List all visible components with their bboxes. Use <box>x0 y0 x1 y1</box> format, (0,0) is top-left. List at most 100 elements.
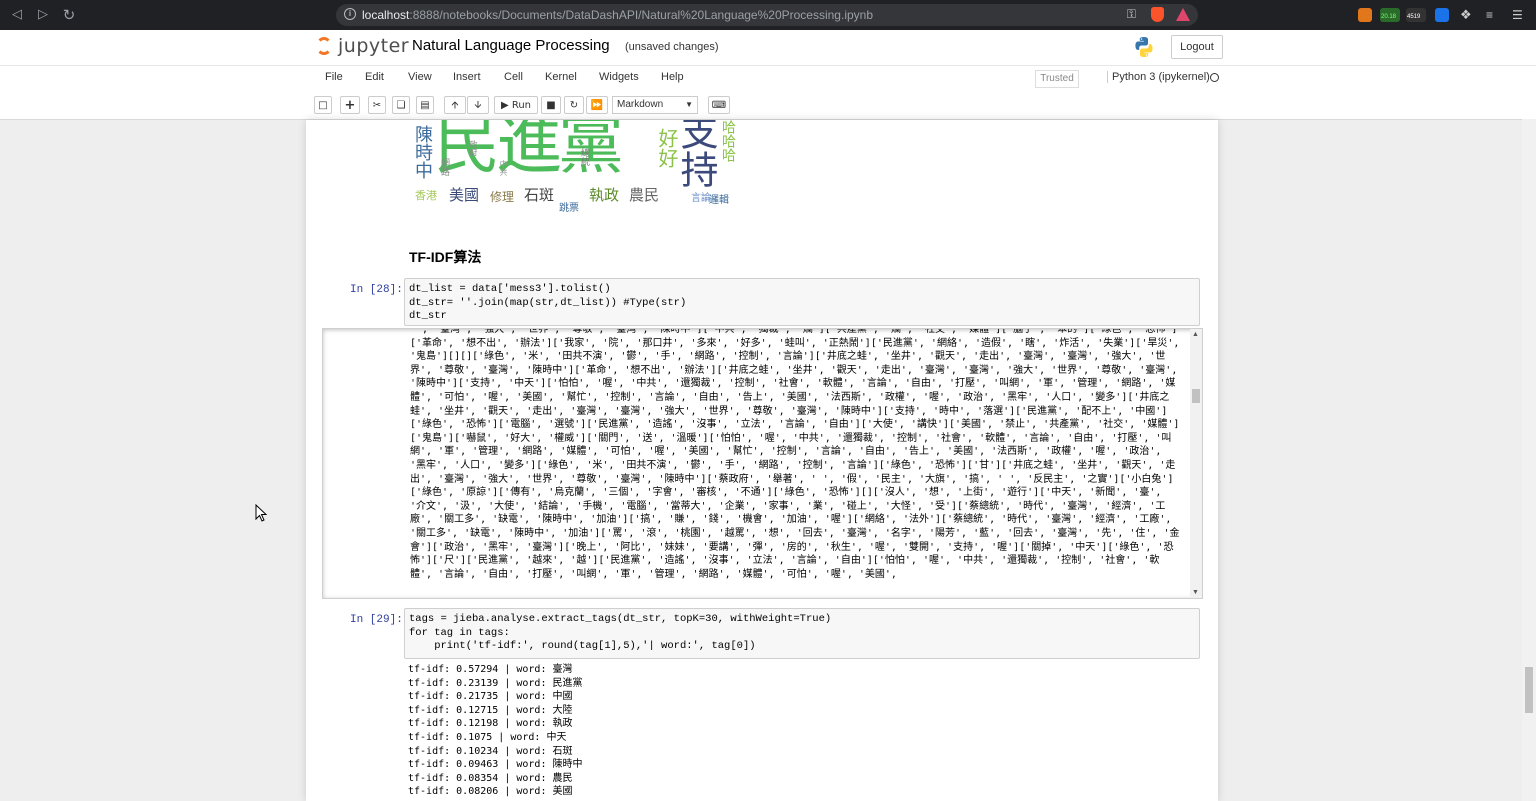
wordcloud-word: 美國 <box>449 186 480 204</box>
menu-help[interactable]: Help <box>661 71 684 83</box>
cell-29-output: tf-idf: 0.57294 | word: 臺灣 tf-idf: 0.231… <box>408 663 583 799</box>
page-scrollbar[interactable] <box>1522 119 1536 801</box>
menu-widgets[interactable]: Widgets <box>599 71 639 83</box>
code-line: print('tf-idf:', round(tag[1],5),'| word… <box>409 640 756 652</box>
arrow-down-icon: 🡫 <box>474 100 482 111</box>
code-line: dt_str <box>409 310 447 322</box>
code-line: dt_list = data['mess3'].tolist() <box>409 283 611 295</box>
notebook-toolbar <box>0 92 1536 120</box>
reload-icon[interactable]: ↻ <box>60 6 78 24</box>
output-scrollbar-thumb[interactable] <box>1192 389 1200 403</box>
wordcloud-word: 執政 <box>589 186 620 204</box>
wordcloud-word: 邏輯 <box>709 195 729 206</box>
translate-icon[interactable] <box>1435 8 1449 22</box>
paste-icon: ▤ <box>420 100 430 111</box>
code-line: for tag in tags: <box>409 626 510 639</box>
output-line: tf-idf: 0.57294 | word: 臺灣 <box>408 664 573 675</box>
notebook-header <box>0 30 1536 65</box>
code-line: tags = jieba.analyse.extract_tags(dt_str… <box>409 613 832 625</box>
reading-list-icon[interactable]: ≡ <box>1486 8 1500 22</box>
trusted-indicator[interactable]: Trusted <box>1035 70 1079 88</box>
notebook-title[interactable]: Natural Language Processing <box>412 37 610 54</box>
menu-view[interactable]: View <box>408 71 432 83</box>
wordcloud-word: 政府 <box>469 140 478 156</box>
insert-cell-button[interactable]: + <box>340 96 360 114</box>
output-line: tf-idf: 0.08206 | word: 美國 <box>408 786 573 798</box>
jupyter-logo-text: jupyter <box>338 35 410 57</box>
menu-edit[interactable]: Edit <box>365 71 384 83</box>
scroll-down-icon[interactable]: ▼ <box>1192 589 1199 596</box>
menu-cell[interactable]: Cell <box>504 71 523 83</box>
stop-icon: ■ <box>546 100 556 111</box>
move-down-button[interactable]: 🡫 <box>467 96 489 114</box>
cell-type-select[interactable]: Markdown ▼ <box>612 96 698 114</box>
arrow-up-icon: 🡩 <box>451 100 459 111</box>
wordcloud-image: 民進黨 支持 陳時中 美國 石斑 執政 農民 好好 香港 修理 言論 網路 總統… <box>409 120 746 214</box>
kernel-name[interactable]: Python 3 (ipykernel) <box>1107 71 1210 83</box>
cell-29-code-editor[interactable]: tags = jieba.analyse.extract_tags(dt_str… <box>404 608 1200 659</box>
menu-kernel[interactable]: Kernel <box>545 71 577 83</box>
menu-insert[interactable]: Insert <box>453 71 481 83</box>
metamask-icon[interactable] <box>1358 8 1372 22</box>
cut-button[interactable]: ✂ <box>368 96 386 114</box>
mouse-cursor-icon <box>255 504 267 522</box>
save-button[interactable]: □ <box>314 96 332 114</box>
back-icon[interactable]: ◁ <box>8 6 26 24</box>
wordcloud-word: 好好 <box>655 128 679 168</box>
command-palette-button[interactable]: ⌨ <box>708 96 730 114</box>
wordcloud-word: 民進黨 <box>434 120 624 183</box>
wordcloud-word: 農民 <box>629 186 660 204</box>
output-line: tf-idf: 0.21735 | word: 中國 <box>408 691 573 703</box>
wordcloud-word: 總統 <box>579 148 589 166</box>
copy-icon: ❏ <box>396 100 406 111</box>
logout-button[interactable]: Logout <box>1171 35 1223 59</box>
wordcloud-word: 支持 <box>674 120 718 188</box>
stats-extension-icon[interactable]: 20.18 <box>1380 8 1400 22</box>
forward-icon[interactable]: ▷ <box>34 6 52 24</box>
plus-icon: + <box>344 98 356 113</box>
brave-shield-icon[interactable] <box>1151 7 1164 22</box>
output-scrollbar[interactable]: ▲ ▼ <box>1190 329 1202 598</box>
fast-forward-icon: ⏩ <box>590 100 604 111</box>
counter-badge: 4519 <box>1407 14 1421 20</box>
restart-button[interactable]: ↻ <box>564 96 584 114</box>
output-line: tf-idf: 0.23139 | word: 民進黨 <box>408 677 583 689</box>
move-up-button[interactable]: 🡩 <box>444 96 466 114</box>
copy-button[interactable]: ❏ <box>392 96 410 114</box>
cell-28-output-text: '', '臺灣', '強大', '世界', '尊敬', '臺灣', '陳時中']… <box>410 328 1180 580</box>
site-info-icon[interactable]: i <box>344 8 356 20</box>
key-icon[interactable]: ⚿ <box>1127 7 1136 22</box>
markdown-heading: TF-IDF算法 <box>409 249 482 265</box>
wordcloud-word: 香港 <box>415 189 437 202</box>
scroll-up-icon[interactable]: ▲ <box>1192 331 1199 338</box>
output-line: tf-idf: 0.12715 | word: 大陸 <box>408 704 573 716</box>
wordcloud-word: 網路 <box>439 158 449 176</box>
output-line: tf-idf: 0.09463 | word: 陳時中 <box>408 759 583 771</box>
keyboard-icon: ⌨ <box>711 100 727 111</box>
wordcloud-word: 跳票 <box>559 203 579 214</box>
output-line: tf-idf: 0.1075 | word: 中天 <box>408 731 567 743</box>
restart-run-all-button[interactable]: ⏩ <box>586 96 608 114</box>
extensions-puzzle-icon[interactable]: ❖ <box>1460 8 1474 22</box>
stats-badge: 20.18 <box>1381 14 1397 20</box>
run-label: Run <box>511 100 532 111</box>
counter-extension-icon[interactable]: 4519 <box>1406 8 1426 22</box>
paste-button[interactable]: ▤ <box>416 96 434 114</box>
address-bar[interactable]: i localhost:8888/notebooks/Documents/Dat… <box>336 4 1198 26</box>
output-line: tf-idf: 0.10234 | word: 石斑 <box>408 745 573 757</box>
url-text: localhost:8888/notebooks/Documents/DataD… <box>362 8 874 22</box>
scissors-icon: ✂ <box>372 100 382 111</box>
browser-menu-icon[interactable]: ☰ <box>1512 8 1526 22</box>
cell-28-output-scroll-area[interactable]: '', '臺灣', '強大', '世界', '尊敬', '臺灣', '陳時中']… <box>322 328 1203 599</box>
cell-28-code-editor[interactable]: dt_list = data['mess3'].tolist() dt_str=… <box>404 278 1200 326</box>
page-scrollbar-thumb[interactable] <box>1525 667 1533 713</box>
kernel-status-icon <box>1210 73 1219 82</box>
output-line: tf-idf: 0.12198 | word: 執政 <box>408 718 573 730</box>
interrupt-button[interactable]: ■ <box>541 96 561 114</box>
run-button[interactable]: ▶ Run <box>494 96 538 114</box>
wordcloud-word: 修理 <box>490 190 515 204</box>
save-icon: □ <box>318 100 328 111</box>
menu-file[interactable]: File <box>325 71 343 83</box>
brave-rewards-icon[interactable] <box>1176 8 1190 21</box>
cell-29-prompt: In [29]: <box>350 614 403 626</box>
